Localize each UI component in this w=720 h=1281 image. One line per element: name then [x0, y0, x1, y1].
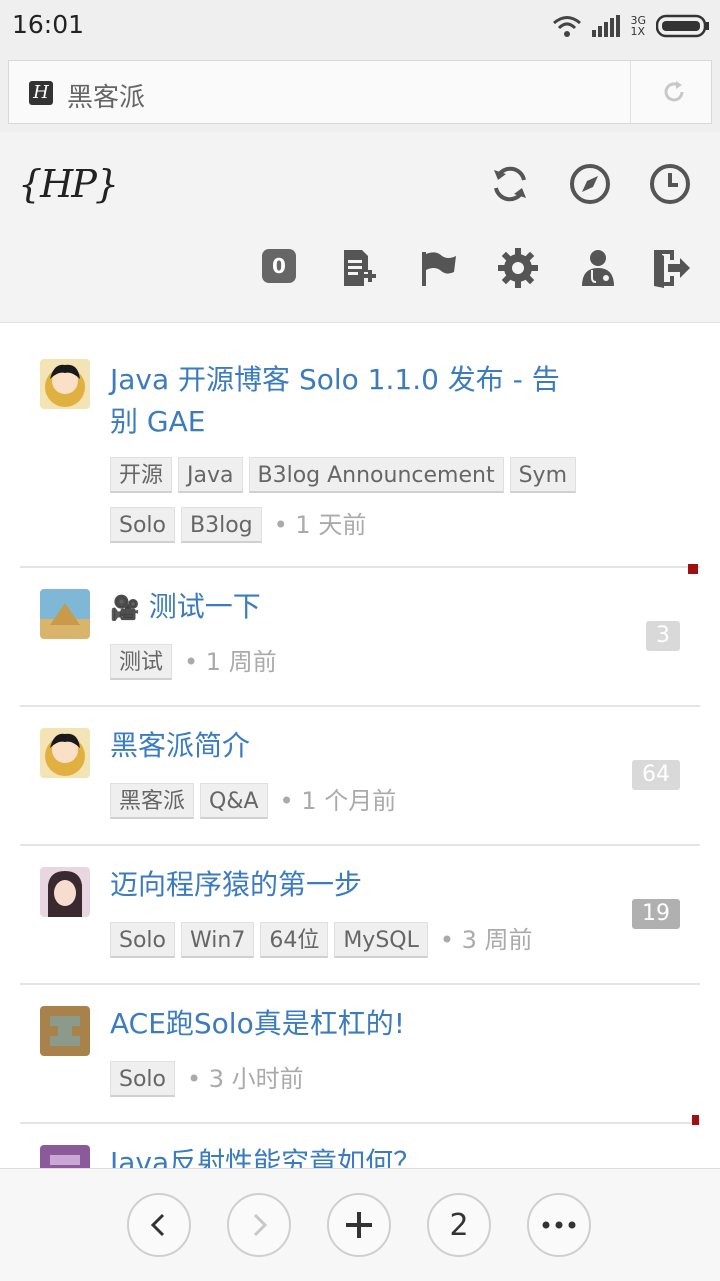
list-item[interactable]: Java 开源博客 Solo 1.1.0 发布 - 告 别 GAE 开源 Jav… [20, 323, 700, 568]
flag-icon[interactable] [416, 246, 460, 290]
comment-count: 19 [632, 899, 680, 929]
back-button[interactable] [127, 1193, 191, 1257]
battery-icon [656, 14, 709, 38]
more-button[interactable] [527, 1193, 591, 1257]
tag[interactable]: 开源 [110, 457, 173, 493]
new-post-icon[interactable] [336, 246, 380, 290]
compass-icon[interactable] [568, 162, 612, 206]
list-item[interactable]: Java反射性能究竟如何？ [20, 1124, 700, 1168]
avatar[interactable] [40, 589, 90, 639]
tag-list: 测试 • 1 周前 [110, 644, 277, 694]
site-header: {HP} 0 [0, 132, 720, 323]
tag[interactable]: B3log [181, 507, 262, 543]
video-icon: 🎥 [110, 594, 140, 622]
tag[interactable]: 测试 [110, 644, 173, 680]
tag[interactable]: Sym [509, 457, 576, 493]
list-item[interactable]: 黑客派简介 黑客派 Q&A • 1 个月前 64 [20, 707, 700, 846]
article-title[interactable]: Java反射性能究竟如何？ [110, 1142, 421, 1168]
reload-icon[interactable] [661, 79, 687, 105]
article-title[interactable]: Java 开源博客 Solo 1.1.0 发布 - 告 别 GAE [110, 359, 560, 443]
tag-list: Solo • 3 小时前 [110, 1061, 304, 1111]
user-icon[interactable] [576, 246, 620, 290]
logout-icon[interactable] [650, 246, 694, 290]
plus-icon [346, 1212, 372, 1238]
tag[interactable]: Q&A [200, 783, 268, 819]
network-type: 3G 1X [630, 14, 646, 38]
post-time: • 1 周前 [184, 648, 277, 676]
list-item[interactable]: 迈向程序猿的第一步 Solo Win7 64位 MySQL • 3 周前 19 [20, 846, 700, 985]
new-tab-button[interactable] [327, 1193, 391, 1257]
list-item[interactable]: ACE跑Solo真是杠杠的! Solo • 3 小时前 [20, 985, 700, 1124]
tag[interactable]: Win7 [181, 922, 255, 958]
wifi-icon [553, 16, 582, 37]
gear-icon[interactable] [496, 246, 540, 290]
comment-count: 64 [632, 760, 680, 790]
avatar[interactable] [40, 359, 90, 409]
article-title[interactable]: 🎥 测试一下 [110, 586, 261, 629]
forward-button[interactable] [227, 1193, 291, 1257]
site-favicon-icon: H [29, 81, 53, 105]
url-field[interactable]: H 黑客派 [8, 60, 712, 124]
tag[interactable]: Solo [110, 922, 175, 958]
avatar[interactable] [40, 867, 90, 917]
chevron-left-icon [150, 1213, 165, 1237]
tag[interactable]: 64位 [260, 922, 329, 958]
signal-icon [592, 15, 621, 37]
post-time: • 1 个月前 [279, 787, 397, 815]
avatar[interactable] [40, 728, 90, 778]
status-time: 16:01 [12, 10, 85, 39]
tabs-button[interactable]: 2 [427, 1193, 491, 1257]
page-title: 黑客派 [67, 83, 146, 113]
post-time: • 3 小时前 [187, 1065, 304, 1093]
address-bar: H 黑客派 [0, 52, 720, 132]
article-title[interactable]: 迈向程序猿的第一步 [110, 864, 362, 906]
clock-icon[interactable] [648, 162, 692, 206]
status-bar: 16:01 3G 1X [0, 0, 720, 52]
avatar[interactable] [40, 1145, 90, 1168]
notification-badge[interactable]: 0 [262, 249, 296, 283]
article-title[interactable]: ACE跑Solo真是杠杠的! [110, 1003, 405, 1045]
bottom-toolbar: 2 [0, 1168, 720, 1281]
chevron-right-icon [253, 1213, 268, 1237]
divider [630, 61, 631, 123]
post-time: • 3 周前 [439, 926, 533, 954]
avatar[interactable] [40, 1006, 90, 1056]
tag-list: 开源 Java B3log Announcement Sym Solo B3lo… [110, 457, 630, 557]
tag[interactable]: 黑客派 [110, 783, 195, 819]
tag[interactable]: B3log Announcement [248, 457, 504, 493]
refresh-icon[interactable] [488, 162, 532, 206]
list-item[interactable]: 🎥 测试一下 测试 • 1 周前 3 [20, 568, 700, 707]
article-title[interactable]: 黑客派简介 [110, 725, 250, 767]
status-icons: 3G 1X [552, 10, 710, 42]
tag-list: Solo Win7 64位 MySQL • 3 周前 [110, 922, 533, 972]
tag[interactable]: MySQL [334, 922, 428, 958]
article-list: Java 开源博客 Solo 1.1.0 发布 - 告 别 GAE 开源 Jav… [0, 323, 720, 1168]
more-icon [542, 1221, 576, 1229]
tag[interactable]: Java [178, 457, 243, 493]
tag[interactable]: Solo [110, 1061, 175, 1097]
comment-count: 3 [646, 621, 680, 651]
site-logo[interactable]: {HP} [18, 162, 119, 206]
tag-list: 黑客派 Q&A • 1 个月前 [110, 783, 396, 833]
tag[interactable]: Solo [110, 507, 175, 543]
post-time: • 1 天前 [273, 511, 367, 539]
